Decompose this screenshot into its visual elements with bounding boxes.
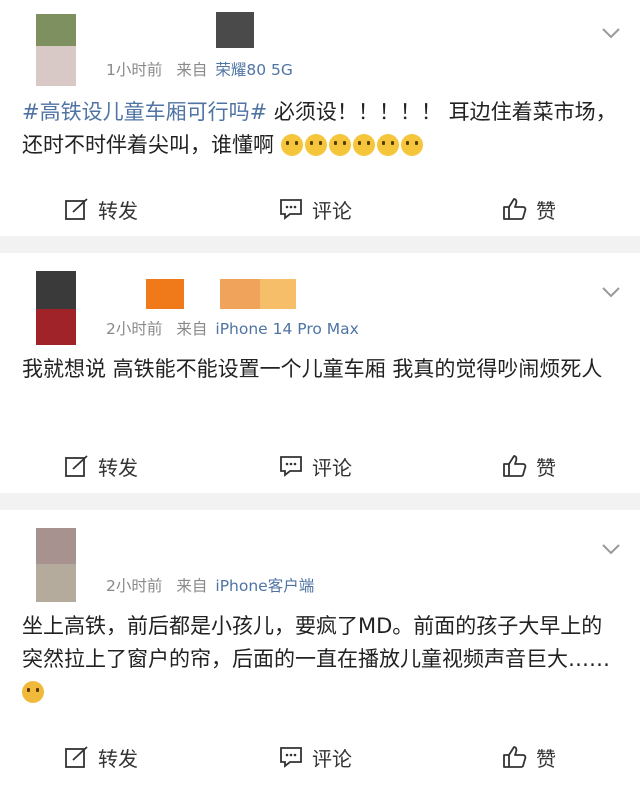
post-time: 2小时前 — [106, 320, 163, 338]
crying-face-icon — [400, 134, 423, 156]
comment-label: 评论 — [312, 746, 352, 771]
post-2: 2小时前 来自 iPhone 14 Pro Max 我就想说 高铁能不能设置一个儿童… — [0, 253, 640, 493]
comment-icon — [280, 747, 302, 768]
repost-button[interactable]: 转发 — [64, 441, 138, 491]
like-button[interactable]: 赞 — [502, 184, 556, 234]
emoji-group — [280, 133, 425, 157]
post-source[interactable]: iPhone 14 Pro Max — [215, 320, 358, 338]
separator — [0, 493, 640, 510]
like-button[interactable]: 赞 — [502, 441, 556, 491]
comment-button[interactable]: 评论 — [278, 732, 352, 782]
repost-icon — [65, 198, 88, 220]
post-meta: 2小时前 来自 iPhone客户端 — [106, 574, 314, 596]
thumbs-up-icon — [503, 746, 527, 768]
post-content: #高铁设儿童车厢可行吗# 必须设！！！！！ 耳边住着菜市场，还时不时伴着尖叫，谁… — [22, 96, 622, 162]
repost-button[interactable]: 转发 — [64, 732, 138, 782]
action-bar: 转发 评论 赞 — [0, 732, 640, 782]
avatar[interactable] — [36, 528, 76, 602]
crying-face-icon — [376, 134, 399, 156]
crying-face-icon — [304, 134, 327, 156]
from-label: 来自 — [176, 320, 208, 338]
avatar[interactable] — [36, 271, 76, 345]
chevron-down-icon[interactable] — [600, 281, 622, 303]
post-meta: 2小时前 来自 iPhone 14 Pro Max — [106, 317, 359, 339]
comment-icon — [280, 456, 302, 477]
post-text: 我就想说 高铁能不能设置一个儿童车厢 我真的觉得吵闹烦死人 — [22, 357, 603, 381]
post-content: 我就想说 高铁能不能设置一个儿童车厢 我真的觉得吵闹烦死人 — [22, 353, 622, 386]
post-meta: 1小时前 来自 荣耀80 5G — [106, 58, 293, 80]
username[interactable] — [100, 12, 260, 48]
crying-face-icon — [280, 134, 303, 156]
like-button[interactable]: 赞 — [502, 732, 556, 782]
crying-face-icon — [328, 134, 351, 156]
repost-label: 转发 — [98, 746, 138, 771]
like-label: 赞 — [536, 746, 556, 771]
chevron-down-icon[interactable] — [600, 22, 622, 44]
username[interactable] — [100, 279, 320, 311]
post-3: 2小时前 来自 iPhone客户端 坐上高铁，前后都是小孩儿，要疯了MD。前面的孩子… — [0, 510, 640, 786]
post-time: 1小时前 — [106, 61, 163, 79]
post-1: 1小时前 来自 荣耀80 5G #高铁设儿童车厢可行吗# 必须设！！！！！ 耳边住着… — [0, 0, 640, 236]
comment-icon — [280, 199, 302, 220]
post-text: 坐上高铁，前后都是小孩儿，要疯了MD。前面的孩子大早上的突然拉上了窗户的帘，后面… — [22, 614, 610, 671]
repost-icon — [65, 746, 88, 768]
post-content: 坐上高铁，前后都是小孩儿，要疯了MD。前面的孩子大早上的突然拉上了窗户的帘，后面… — [22, 610, 622, 709]
repost-label: 转发 — [98, 198, 138, 223]
comment-label: 评论 — [312, 198, 352, 223]
post-time: 2小时前 — [106, 577, 163, 595]
thumbs-up-icon — [503, 198, 527, 220]
topic-link[interactable]: #高铁设儿童车厢可行吗# — [22, 100, 267, 124]
comment-label: 评论 — [312, 455, 352, 480]
post-source[interactable]: iPhone客户端 — [215, 577, 314, 595]
avatar[interactable] — [36, 14, 76, 86]
angry-face-icon — [22, 681, 44, 703]
repost-button[interactable]: 转发 — [64, 184, 138, 234]
comment-button[interactable]: 评论 — [278, 184, 352, 234]
crying-face-icon — [352, 134, 375, 156]
action-bar: 转发 评论 赞 — [0, 441, 640, 491]
thumbs-up-icon — [503, 455, 527, 477]
comment-button[interactable]: 评论 — [278, 441, 352, 491]
from-label: 来自 — [176, 577, 208, 595]
repost-label: 转发 — [98, 455, 138, 480]
post-source[interactable]: 荣耀80 5G — [215, 61, 293, 79]
like-label: 赞 — [536, 198, 556, 223]
separator — [0, 236, 640, 253]
chevron-down-icon[interactable] — [600, 538, 622, 560]
like-label: 赞 — [536, 455, 556, 480]
from-label: 来自 — [176, 61, 208, 79]
action-bar: 转发 评论 赞 — [0, 184, 640, 234]
repost-icon — [65, 455, 88, 477]
